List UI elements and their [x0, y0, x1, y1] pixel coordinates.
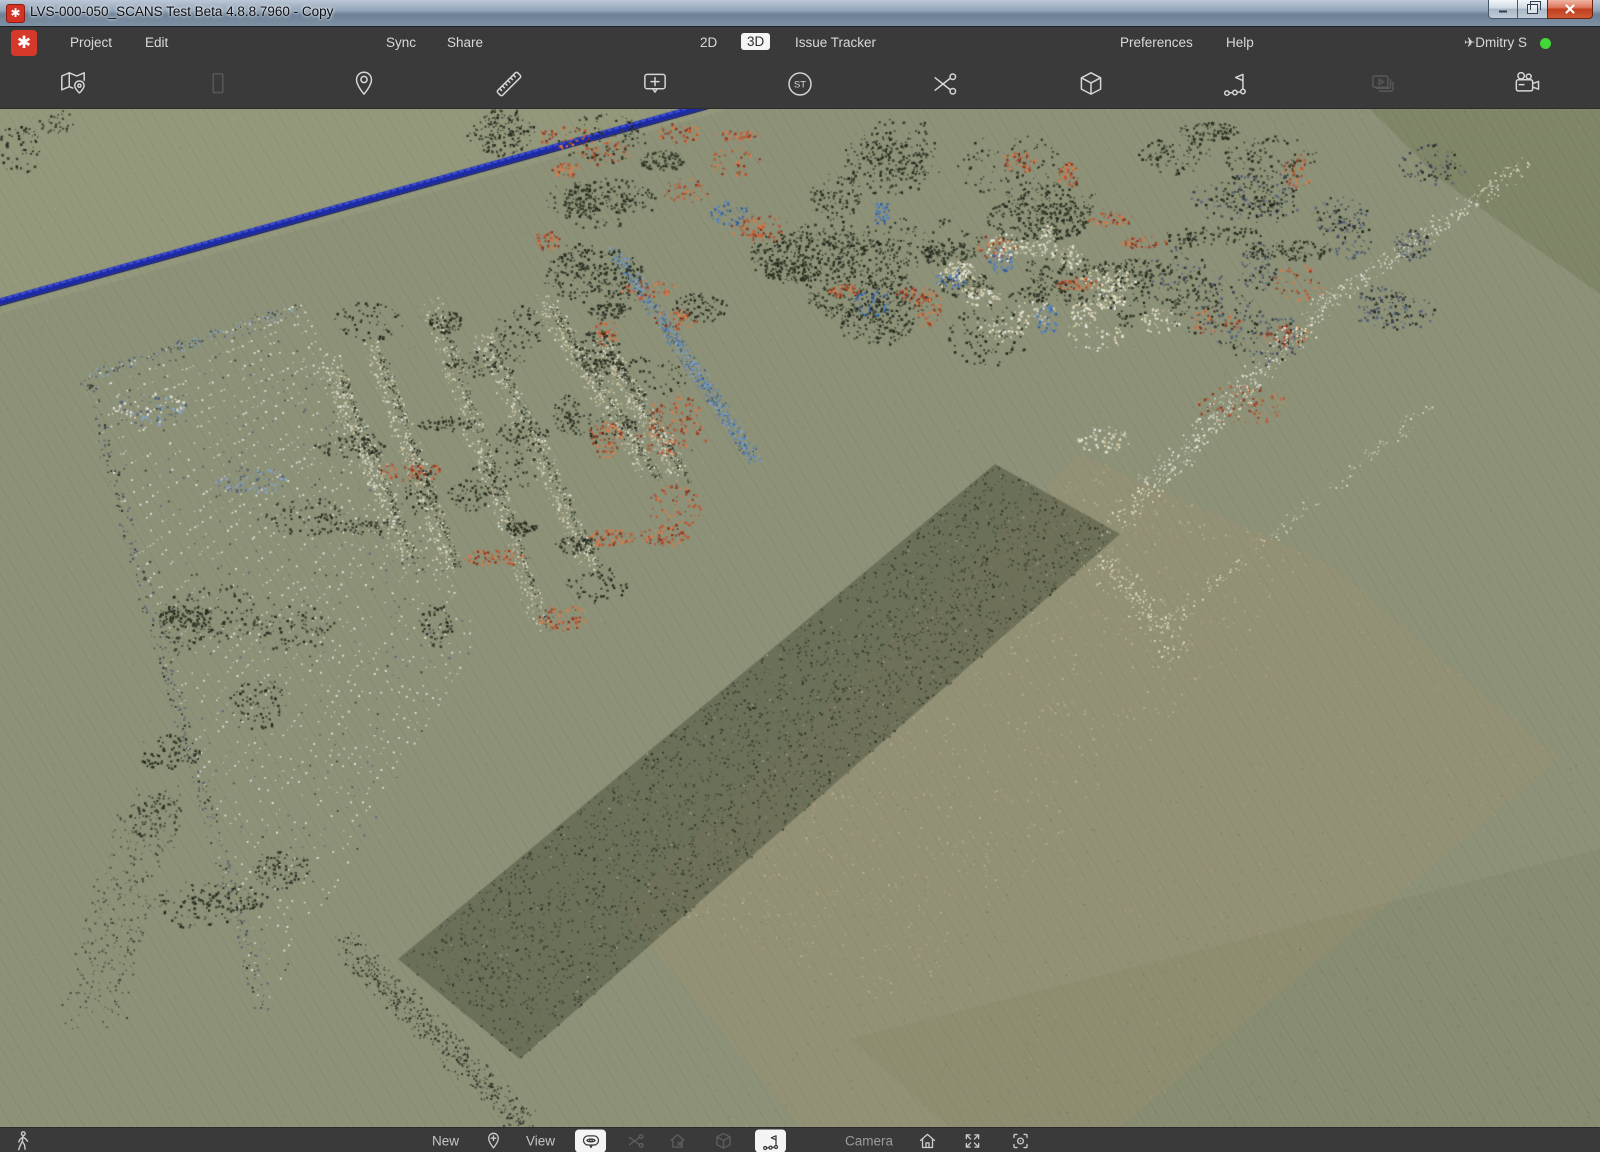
menu-project[interactable]: Project [70, 35, 112, 50]
camera-label: Camera [845, 1134, 893, 1149]
ruler-icon[interactable] [493, 68, 525, 100]
user-name-text: Dmitry S [1475, 35, 1527, 50]
user-name-label: ✈Dmitry S [1464, 35, 1527, 51]
new-pin-icon[interactable] [483, 1131, 504, 1152]
st-tool-icon[interactable]: ST [784, 68, 816, 100]
toggle-3d[interactable]: 3D [741, 33, 770, 50]
video-camera-icon[interactable] [1511, 68, 1543, 100]
menu-sync[interactable]: Sync [386, 35, 416, 50]
cube-icon[interactable] [1075, 68, 1107, 100]
menu-preferences[interactable]: Preferences [1120, 35, 1193, 50]
restore-icon [1527, 4, 1538, 14]
menu-help[interactable]: Help [1226, 35, 1254, 50]
slideshow-icon [1366, 68, 1398, 100]
walk-mode-icon[interactable] [12, 1130, 34, 1152]
document-icon [202, 68, 234, 100]
close-button[interactable] [1547, 0, 1593, 19]
view-eye-icon[interactable] [575, 1130, 606, 1152]
clip-scissors-icon[interactable] [929, 68, 961, 100]
window-controls [1488, 0, 1593, 19]
menu-bar: ✱ Project Edit Sync Share 2D 3D Issue Tr… [0, 27, 1600, 59]
add-comment-icon[interactable] [639, 68, 671, 100]
tour-waypoints-icon-bottom[interactable] [755, 1130, 786, 1152]
window-title: LVS-000-050_SCANS Test Beta 4.8.8.7960 -… [30, 4, 333, 19]
menu-share[interactable]: Share [447, 35, 483, 50]
map-pin-icon[interactable] [57, 68, 89, 100]
capture-screenshot-icon[interactable] [1010, 1131, 1031, 1152]
window-titlebar[interactable]: ✱ LVS-000-050_SCANS Test Beta 4.8.8.7960… [0, 0, 1600, 27]
app-window-icon: ✱ [6, 4, 25, 23]
viewport-canvas[interactable] [0, 109, 1600, 1127]
menu-issue-tracker[interactable]: Issue Tracker [795, 35, 876, 50]
bottom-toolbar: New View [0, 1127, 1600, 1152]
application-window: ✱ LVS-000-050_SCANS Test Beta 4.8.8.7960… [0, 0, 1600, 1152]
plane-icon: ✈ [1464, 35, 1475, 50]
home-clip-icon [667, 1131, 688, 1152]
view-label: View [526, 1134, 555, 1149]
expand-fullscreen-icon[interactable] [962, 1131, 983, 1152]
main-toolbar: ST [0, 59, 1600, 109]
location-pin-icon[interactable] [348, 68, 380, 100]
toggle-2d[interactable]: 2D [700, 35, 717, 50]
online-status-dot [1540, 38, 1551, 49]
home-icon[interactable] [917, 1131, 938, 1152]
restore-button[interactable] [1518, 0, 1547, 19]
menu-edit[interactable]: Edit [145, 35, 168, 50]
st-badge-text: ST [794, 79, 806, 90]
new-label: New [432, 1134, 459, 1149]
cube-icon-bottom [713, 1131, 734, 1152]
user-account[interactable]: ✈Dmitry S [1464, 35, 1551, 51]
minimize-button[interactable] [1488, 0, 1518, 19]
app-logo-icon: ✱ [11, 30, 37, 56]
clip-scissors-icon-bottom [625, 1131, 646, 1152]
tour-waypoints-icon[interactable] [1220, 68, 1252, 100]
